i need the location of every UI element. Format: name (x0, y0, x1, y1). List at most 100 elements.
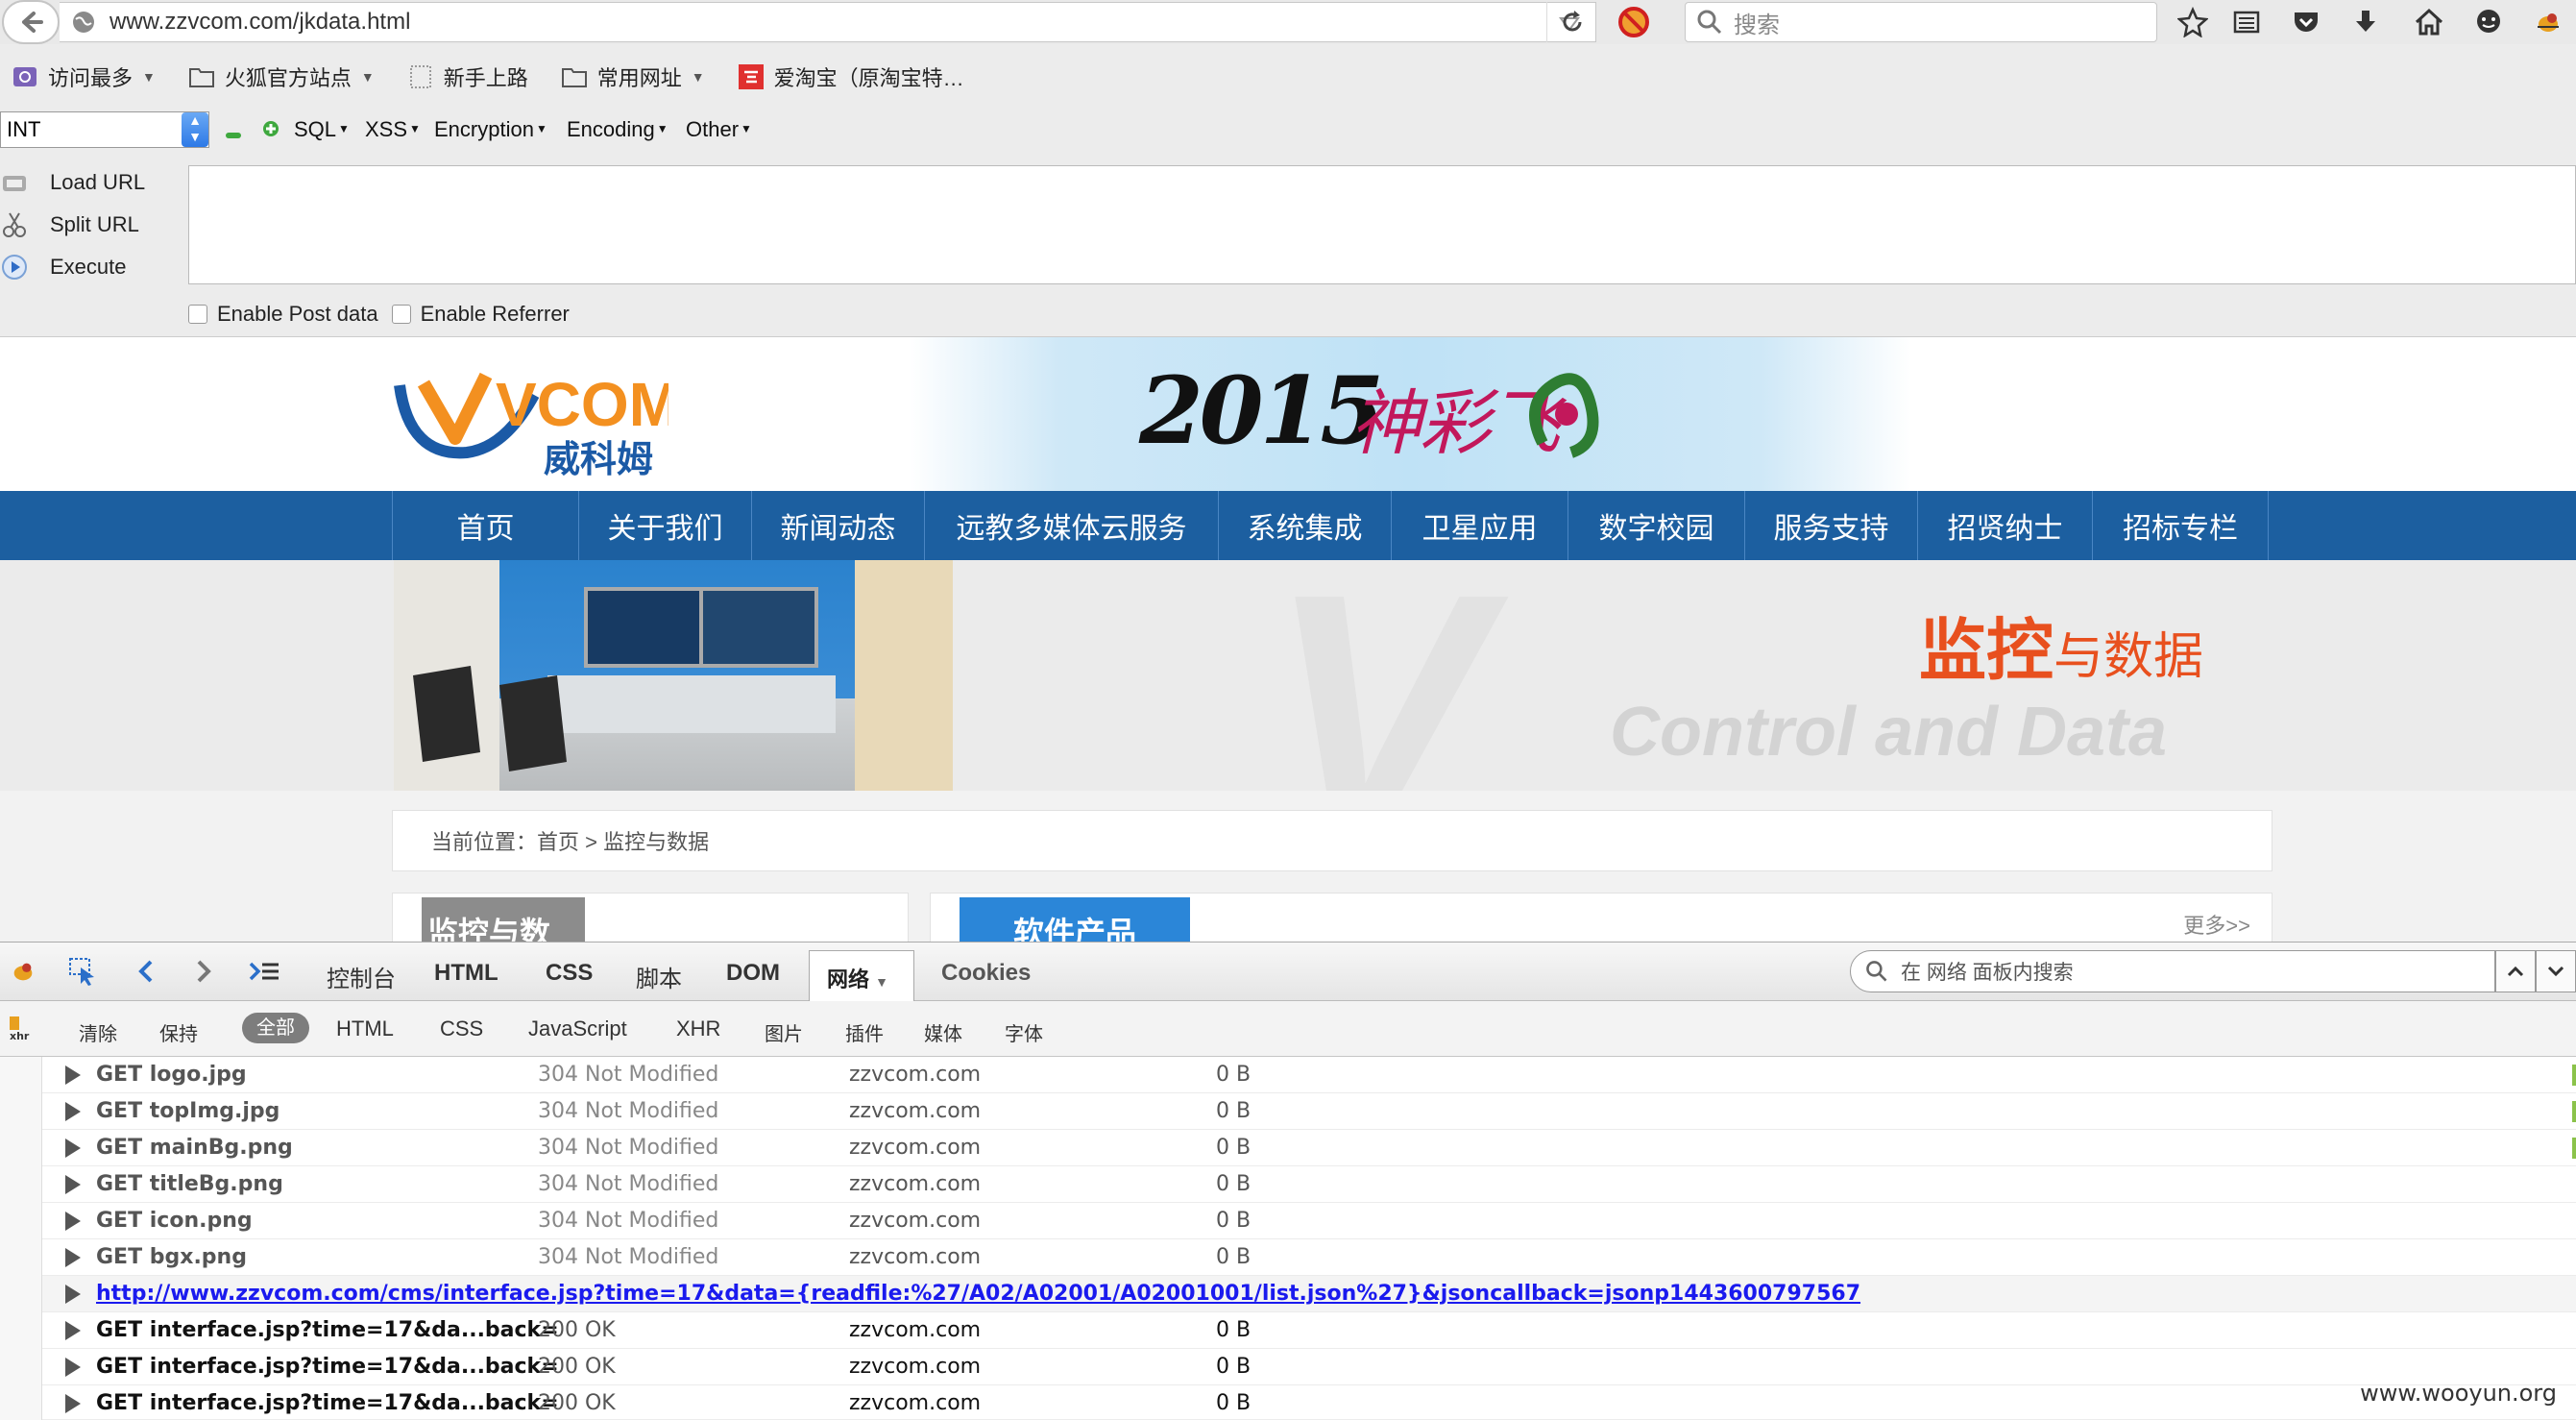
enable-referrer-checkbox[interactable] (391, 305, 411, 324)
tab-console[interactable]: 控制台 (327, 960, 396, 993)
url-bar[interactable]: www.zzvcom.com/jkdata.html (60, 2, 1596, 42)
filter-html[interactable]: HTML (336, 1016, 394, 1041)
search-prev-button[interactable] (2495, 950, 2536, 992)
bookmark-label: 访问最多 (48, 66, 134, 90)
nav-tenders[interactable]: 招标专栏 (2092, 491, 2269, 560)
forward-icon[interactable] (192, 958, 215, 990)
expand-triangle-icon[interactable] (65, 1102, 81, 1121)
expand-triangle-icon[interactable] (65, 1212, 81, 1231)
menu-encryption[interactable]: Encryption ▼ (434, 117, 547, 142)
tab-script[interactable]: 脚本 (636, 960, 682, 993)
expand-triangle-icon[interactable] (65, 1138, 81, 1158)
request-name: GET topImg.jpg (96, 1099, 280, 1123)
folder-icon (561, 68, 587, 87)
nav-careers[interactable]: 招贤纳士 (1917, 491, 2092, 560)
filter-css[interactable]: CSS (440, 1016, 483, 1041)
reload-button[interactable] (1546, 2, 1596, 42)
filter-plugins[interactable]: 插件 (845, 1018, 884, 1046)
tab-cookies[interactable]: Cookies (941, 960, 1031, 987)
filter-fonts[interactable]: 字体 (1005, 1018, 1043, 1046)
chevron-down-icon: ▼ (142, 69, 156, 85)
expand-triangle-icon[interactable] (65, 1285, 81, 1304)
bookmark-common-sites[interactable]: 常用网址 ▼ (561, 61, 705, 92)
nav-home[interactable]: 首页 (392, 491, 578, 560)
tab-network[interactable]: 网络 ▼ (809, 950, 914, 1002)
web-page: VCOM 威科姆 2015 神彩飞 首页 关于我们 新闻动态 远教多媒体云服务 … (0, 336, 2576, 942)
tab-dom[interactable]: DOM (726, 960, 780, 987)
expand-triangle-icon[interactable] (65, 1321, 81, 1340)
table-row[interactable]: GET topImg.jpg 304 Not Modified zzvcom.c… (42, 1093, 2576, 1130)
split-url-button[interactable]: Split URL (0, 206, 188, 244)
table-row[interactable]: GET mainBg.png 304 Not Modified zzvcom.c… (42, 1130, 2576, 1166)
request-domain: zzvcom.com (849, 1318, 982, 1342)
tab-css[interactable]: CSS (546, 960, 593, 987)
bookmark-star-icon[interactable] (2176, 6, 2209, 38)
more-link[interactable]: 更多>> (2183, 909, 2250, 940)
request-url-link[interactable]: http://www.zzvcom.com/cms/interface.jsp?… (96, 1282, 1860, 1306)
expand-triangle-icon[interactable] (65, 1248, 81, 1267)
menu-xss[interactable]: XSS ▼ (365, 117, 421, 142)
request-name: GET interface.jsp?time=17&da...back= (96, 1318, 559, 1342)
nav-news[interactable]: 新闻动态 (751, 491, 924, 560)
bookmark-firefox-sites[interactable]: 火狐官方站点 ▼ (188, 61, 375, 92)
enable-post-checkbox[interactable] (188, 305, 207, 324)
table-row[interactable]: GET interface.jsp?time=17&da...back= 200… (42, 1385, 2576, 1420)
side-panel: 监控与数据 (392, 893, 909, 942)
menu-sql[interactable]: SQL ▼ (294, 117, 350, 142)
navigation-toolbar: www.zzvcom.com/jkdata.html 搜索 (0, 0, 2576, 44)
request-status: 304 Not Modified (538, 1136, 719, 1160)
network-search-input[interactable]: 在 网络 面板内搜索 (1850, 950, 2495, 992)
pocket-icon[interactable] (2290, 6, 2322, 38)
no-script-icon[interactable] (1617, 6, 1650, 43)
search-next-button[interactable] (2536, 950, 2576, 992)
table-row[interactable]: GET interface.jsp?time=17&da...back= 200… (42, 1349, 2576, 1385)
menu-other[interactable]: Other ▼ (686, 117, 752, 142)
request-name: GET mainBg.png (96, 1136, 293, 1160)
filter-xhr[interactable]: XHR (676, 1016, 720, 1041)
filter-clear[interactable]: 清除 (79, 1018, 117, 1046)
increase-icon[interactable] (261, 119, 280, 144)
table-row[interactable]: GET titleBg.png 304 Not Modified zzvcom.… (42, 1166, 2576, 1203)
reading-list-icon[interactable] (2230, 6, 2263, 38)
bookmark-taobao[interactable]: 爱淘宝（原淘宝特… (738, 61, 964, 92)
expand-triangle-icon[interactable] (65, 1175, 81, 1194)
table-row[interactable]: GET bgx.png 304 Not Modified zzvcom.com … (42, 1239, 2576, 1276)
expand-triangle-icon[interactable] (65, 1394, 81, 1413)
firebug-icon[interactable] (10, 958, 36, 990)
search-input[interactable]: 搜索 (1685, 2, 2157, 42)
load-url-button[interactable]: Load URL (0, 163, 188, 202)
expand-triangle-icon[interactable] (65, 1358, 81, 1377)
table-row[interactable]: GET logo.jpg 304 Not Modified zzvcom.com… (42, 1057, 2576, 1093)
filter-javascript[interactable]: JavaScript (528, 1016, 627, 1041)
inspect-icon[interactable] (67, 956, 98, 992)
expand-triangle-icon[interactable] (65, 1065, 81, 1085)
request-status: 200 OK (538, 1391, 616, 1415)
table-row-url[interactable]: http://www.zzvcom.com/cms/interface.jsp?… (42, 1276, 2576, 1312)
firebug-icon[interactable] (2532, 6, 2564, 38)
nav-digital-campus[interactable]: 数字校园 (1567, 491, 1744, 560)
execute-button[interactable]: Execute (0, 248, 188, 286)
vcom-logo[interactable]: VCOM 威科姆 (390, 366, 668, 481)
back-icon[interactable] (134, 958, 158, 990)
type-select[interactable]: INT ▲ ▼ (0, 111, 209, 148)
home-icon[interactable] (2413, 6, 2445, 38)
chat-icon[interactable] (2472, 6, 2505, 38)
download-icon[interactable] (2349, 6, 2382, 38)
nav-about[interactable]: 关于我们 (578, 491, 751, 560)
tab-html[interactable]: HTML (434, 960, 498, 987)
bookmark-most-visited[interactable]: 访问最多 ▼ (12, 61, 156, 92)
bookmark-getting-started[interactable]: 新手上路 (407, 61, 528, 92)
hackbar-url-textarea[interactable] (188, 165, 2576, 284)
command-line-icon[interactable] (248, 958, 280, 990)
filter-all[interactable]: 全部 (242, 1013, 309, 1043)
nav-cloud-service[interactable]: 远教多媒体云服务 (924, 491, 1218, 560)
filter-persist[interactable]: 保持 (159, 1018, 198, 1046)
nav-support[interactable]: 服务支持 (1744, 491, 1917, 560)
decrease-icon[interactable] (225, 123, 242, 148)
table-row[interactable]: GET icon.png 304 Not Modified zzvcom.com… (42, 1203, 2576, 1239)
table-row[interactable]: GET interface.jsp?time=17&da...back= 200… (42, 1312, 2576, 1349)
filter-images[interactable]: 图片 (765, 1018, 803, 1046)
menu-encoding[interactable]: Encoding ▼ (567, 117, 668, 142)
back-button[interactable] (2, 0, 60, 44)
filter-media[interactable]: 媒体 (924, 1018, 962, 1046)
